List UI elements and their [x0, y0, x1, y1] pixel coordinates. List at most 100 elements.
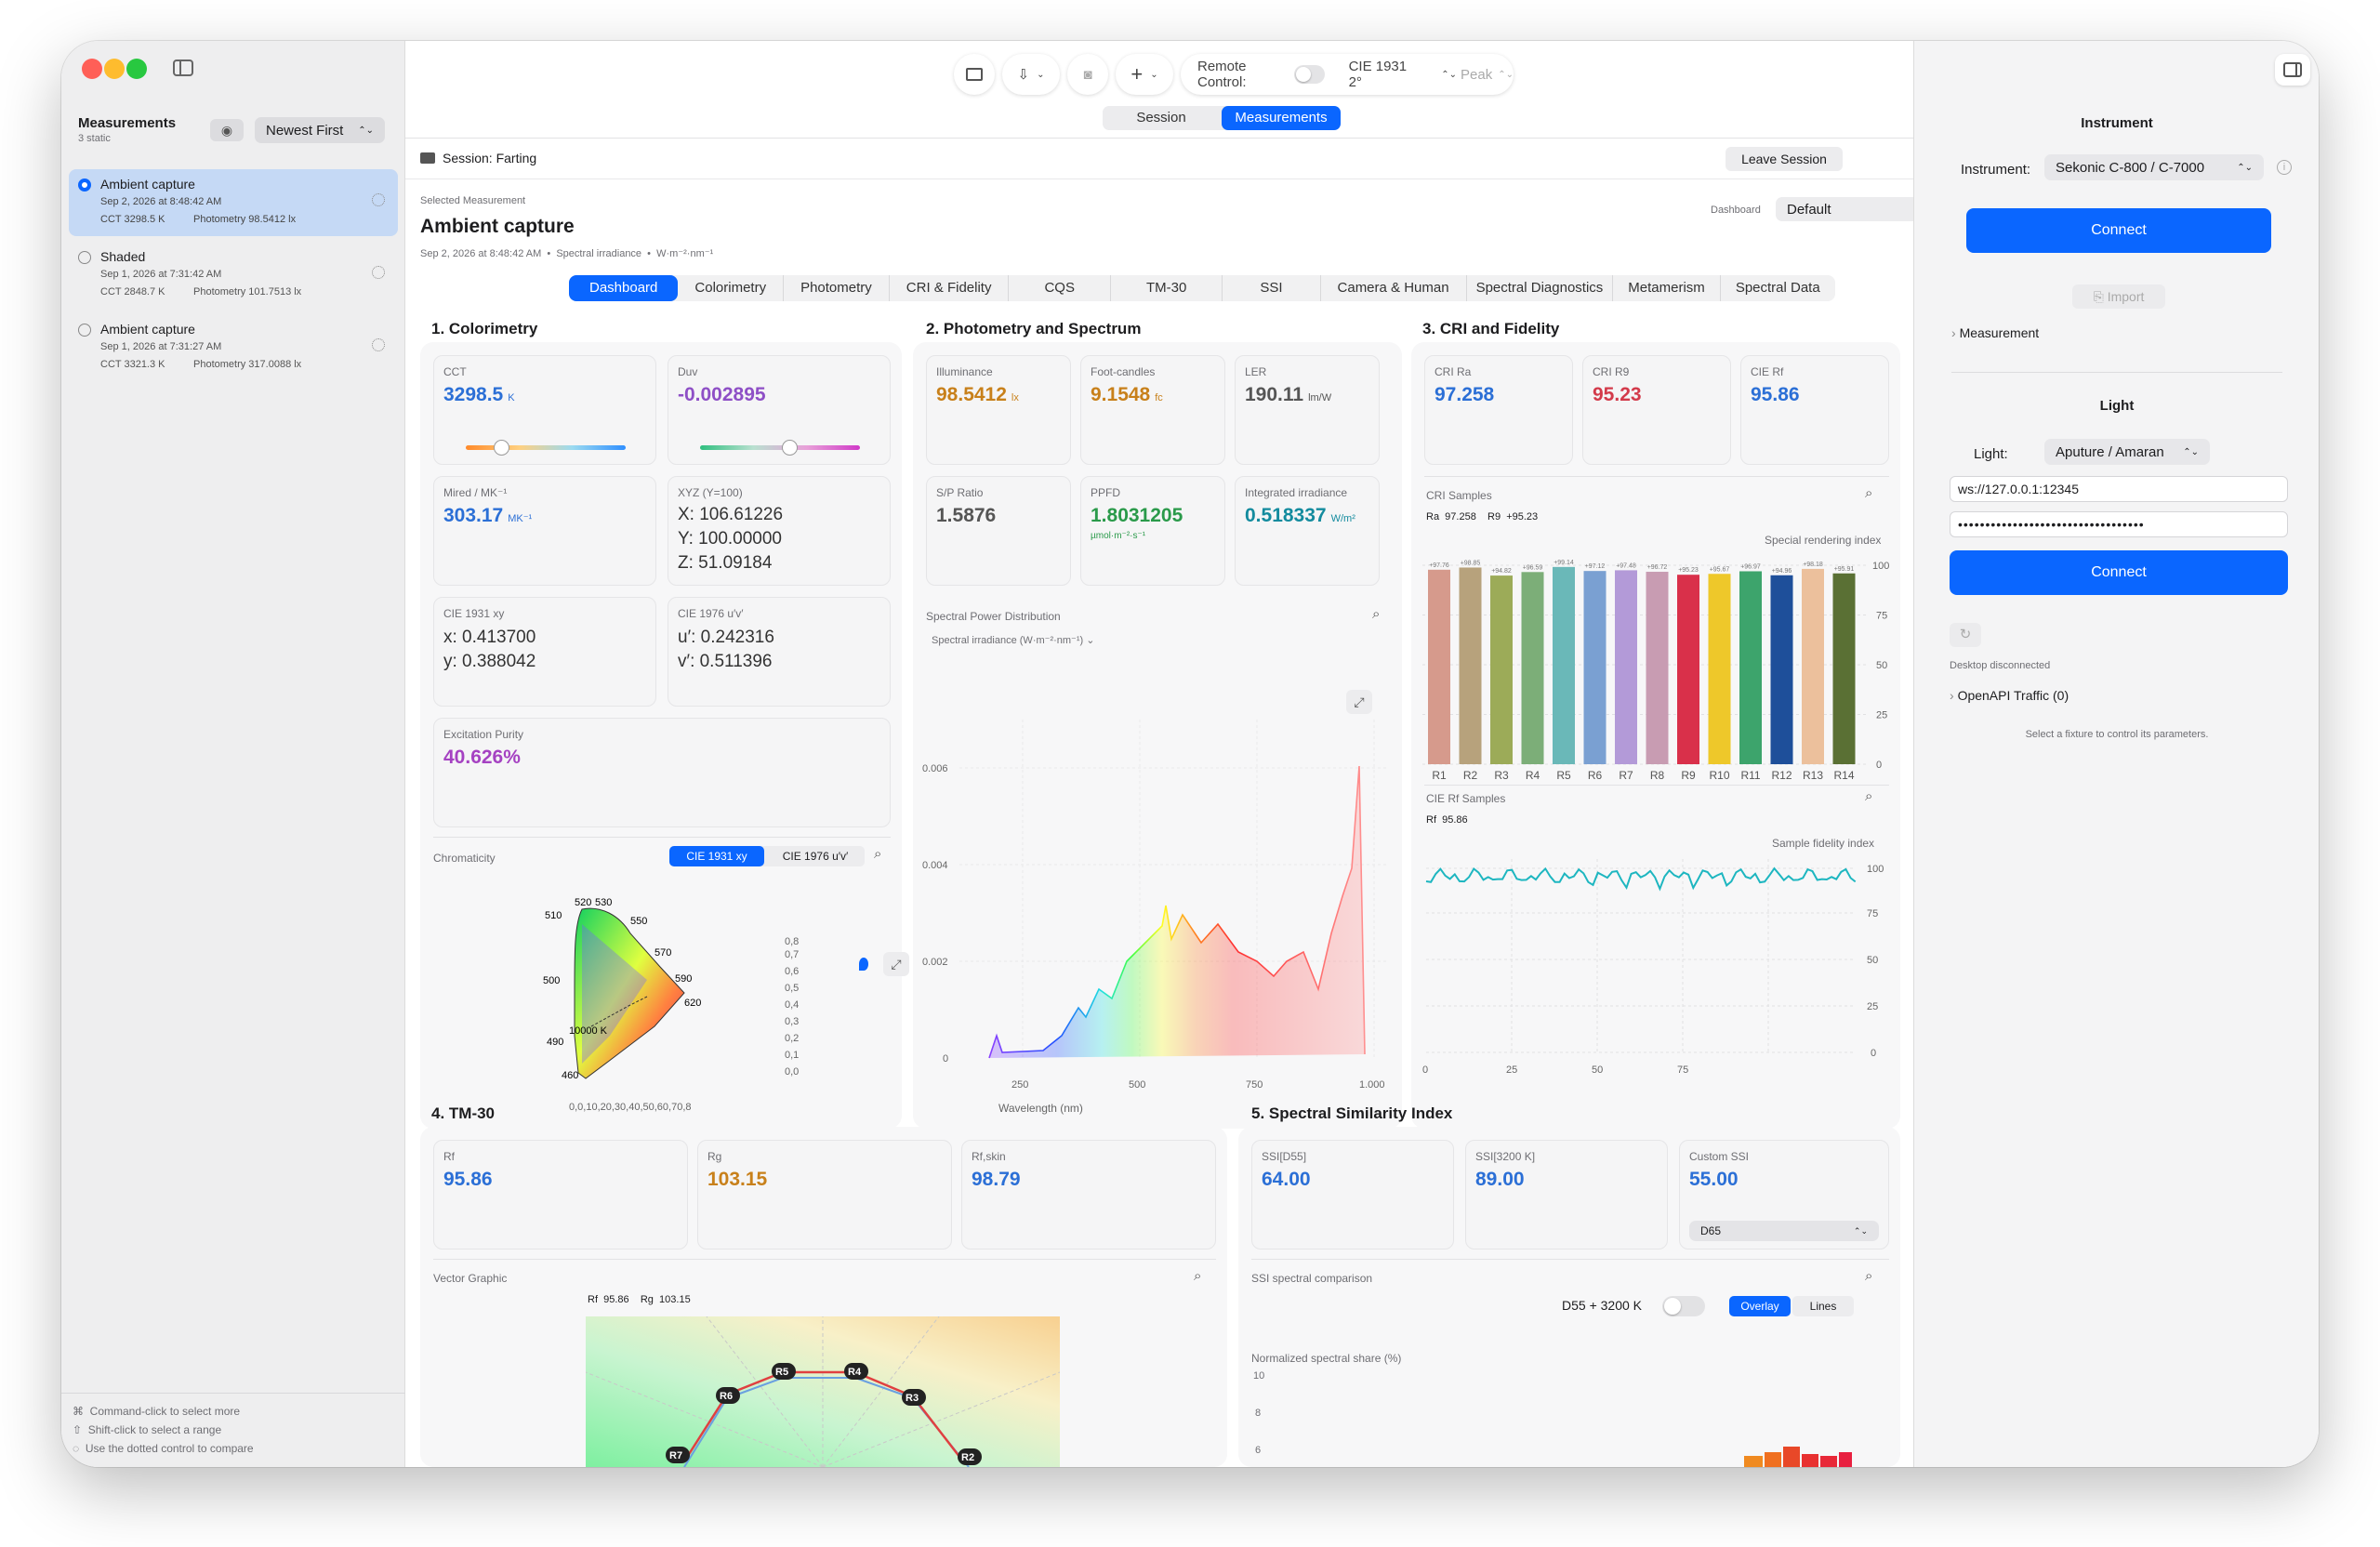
zoom-icon[interactable]: ⌕	[1865, 788, 1872, 804]
vector-summary: Rf 95.86 Rg 103.15	[588, 1294, 691, 1305]
tab-session[interactable]: Session	[1103, 106, 1220, 130]
cri-bar-title: Special rendering index	[1765, 534, 1882, 547]
tab-measurements[interactable]: Measurements	[1222, 106, 1341, 130]
bar-value-label: +98.18	[1803, 562, 1823, 568]
dotted-circle-icon: ◌	[73, 1442, 80, 1455]
tab-metamerism[interactable]: Metamerism	[1612, 275, 1720, 301]
svg-text:50: 50	[1867, 955, 1878, 966]
lines-button[interactable]: Lines	[1792, 1296, 1854, 1316]
mode-segmented: Session Measurements	[1103, 106, 1341, 130]
cie1976-button[interactable]: CIE 1976 u′v′	[766, 846, 865, 866]
remote-toggle[interactable]	[1293, 65, 1325, 84]
cri-bar	[1770, 575, 1793, 764]
light-connect-button[interactable]: Connect	[1950, 550, 2288, 595]
export-button[interactable]: ⇩ ⌄	[1002, 54, 1060, 95]
bar-value-label: +94.96	[1772, 568, 1792, 575]
svg-text:0,7: 0,7	[785, 949, 799, 960]
zoom-window-button[interactable]	[126, 59, 147, 79]
tab-ssi[interactable]: SSI	[1222, 275, 1319, 301]
leave-session-button[interactable]: Leave Session	[1726, 147, 1843, 171]
tab-cqs[interactable]: CQS	[1008, 275, 1110, 301]
bar-value-label: +95.23	[1678, 567, 1699, 574]
tab-photometry[interactable]: Photometry	[783, 275, 889, 301]
list-item[interactable]: Ambient capture Sep 1, 2026 at 7:31:27 A…	[69, 314, 398, 381]
inspector-toggle-icon[interactable]	[2275, 54, 2310, 86]
tab-cri-fidelity[interactable]: CRI & Fidelity	[888, 275, 1009, 301]
import-button[interactable]: ⎘ Import	[2072, 284, 2165, 309]
item-name: Shaded	[100, 249, 146, 264]
tab-dashboard[interactable]: Dashboard	[569, 275, 679, 301]
compare-dot[interactable]	[372, 193, 385, 206]
instrument-connect-button[interactable]: Connect	[1966, 208, 2271, 253]
password-input[interactable]: ••••••••••••••••••••••••••••••••••	[1950, 511, 2288, 537]
sort-select[interactable]: Newest First ⌃⌄	[255, 117, 385, 143]
minimize-window-button[interactable]	[104, 59, 125, 79]
add-button[interactable]: + ⌄	[1116, 54, 1173, 95]
svg-text:R2: R2	[961, 1452, 974, 1463]
wl-label: 490	[547, 1037, 563, 1048]
pin-icon[interactable]	[859, 958, 868, 971]
wl-label: 570	[654, 947, 671, 959]
radio-selected[interactable]	[78, 178, 91, 192]
tab-colorimetry[interactable]: Colorimetry	[678, 275, 783, 301]
openapi-disclosure[interactable]: › OpenAPI Traffic (0)	[1950, 688, 2069, 703]
zoom-icon[interactable]: ⌕	[1865, 1268, 1872, 1284]
zoom-icon[interactable]: ⌕	[874, 846, 881, 862]
svg-text:0,0: 0,0	[785, 1066, 799, 1078]
observer-select[interactable]: CIE 1931 2°	[1349, 59, 1414, 90]
refresh-button[interactable]: ↻	[1950, 623, 1981, 647]
xyz-card: XYZ (Y=100) X: 106.61226 Y: 100.00000 Z:…	[668, 476, 891, 586]
list-item[interactable]: Shaded Sep 1, 2026 at 7:31:42 AM CCT 284…	[69, 242, 398, 309]
svg-text:25: 25	[1506, 1064, 1517, 1076]
close-window-button[interactable]	[82, 59, 102, 79]
sidebar-toggle-icon[interactable]	[173, 60, 193, 76]
cri-bar	[1802, 568, 1824, 764]
light-select[interactable]: Aputure / Amaran ⌃⌄	[2044, 439, 2210, 465]
list-item-selected[interactable]: Ambient capture Sep 2, 2026 at 8:48:42 A…	[69, 169, 398, 236]
colorimetry-title: 1. Colorimetry	[431, 320, 538, 337]
compare-dot[interactable]	[372, 266, 385, 279]
tab-spectral-data[interactable]: Spectral Data	[1719, 275, 1835, 301]
overlay-button[interactable]: Overlay	[1729, 1296, 1791, 1316]
wl-label: 590	[675, 973, 692, 985]
duv-slider[interactable]	[700, 440, 860, 456]
folder-icon	[420, 152, 435, 164]
cri-bar	[1832, 573, 1856, 764]
ssi-custom-card: Custom SSI 55.00 D65 ⌃⌄	[1679, 1140, 1889, 1250]
updown-icon: ⌃⌄	[2237, 162, 2253, 173]
info-icon[interactable]: i	[2277, 160, 2292, 175]
wl-label: 500	[543, 975, 560, 986]
spd-unit-select[interactable]: Spectral irradiance (W·m⁻²·nm⁻¹) ⌄	[932, 634, 1094, 646]
radio[interactable]	[78, 324, 91, 337]
radio[interactable]	[78, 251, 91, 264]
wl-label: 460	[562, 1070, 578, 1081]
svg-text:250: 250	[1012, 1079, 1028, 1091]
cie1931-button[interactable]: CIE 1931 xy	[669, 846, 764, 866]
tab-camera-human[interactable]: Camera & Human	[1319, 275, 1466, 301]
bar-value-label: +96.72	[1647, 564, 1668, 571]
measurement-disclosure[interactable]: › Measurement	[1951, 325, 2039, 340]
xy-card: CIE 1931 xy x: 0.413700 y: 0.388042	[433, 597, 656, 707]
compare-dot[interactable]	[372, 338, 385, 351]
instrument-title: Instrument	[2081, 115, 2153, 131]
svg-text:100: 100	[1867, 864, 1884, 875]
hint-text: Command-click to select more	[89, 1405, 241, 1418]
custom-ref-select[interactable]: D65 ⌃⌄	[1689, 1221, 1879, 1241]
instrument-select[interactable]: Sekonic C-800 / C-7000 ⌃⌄	[2044, 154, 2264, 180]
peak-select[interactable]: Peak	[1461, 67, 1492, 83]
zoom-icon[interactable]: ⌕	[1865, 485, 1872, 501]
filter-button[interactable]: ◉	[210, 119, 244, 141]
cri-bar	[1615, 570, 1637, 764]
tab-spectral-diagnostics[interactable]: Spectral Diagnostics	[1465, 275, 1613, 301]
zoom-icon[interactable]: ⌕	[1372, 606, 1380, 622]
expand-icon[interactable]: ⤢	[883, 952, 909, 976]
measurement-title: Ambient capture	[420, 216, 575, 237]
cct-slider[interactable]	[466, 440, 626, 456]
websocket-url-input[interactable]: ws://127.0.0.1:12345	[1950, 476, 2288, 502]
camera-button[interactable]: ◙	[1067, 54, 1108, 95]
pair-toggle[interactable]	[1662, 1296, 1705, 1316]
tab-tm30[interactable]: TM-30	[1109, 275, 1222, 301]
y-tick-label: 100	[1872, 561, 1889, 572]
zoom-icon[interactable]: ⌕	[1194, 1268, 1201, 1284]
open-folder-button[interactable]	[954, 54, 995, 95]
